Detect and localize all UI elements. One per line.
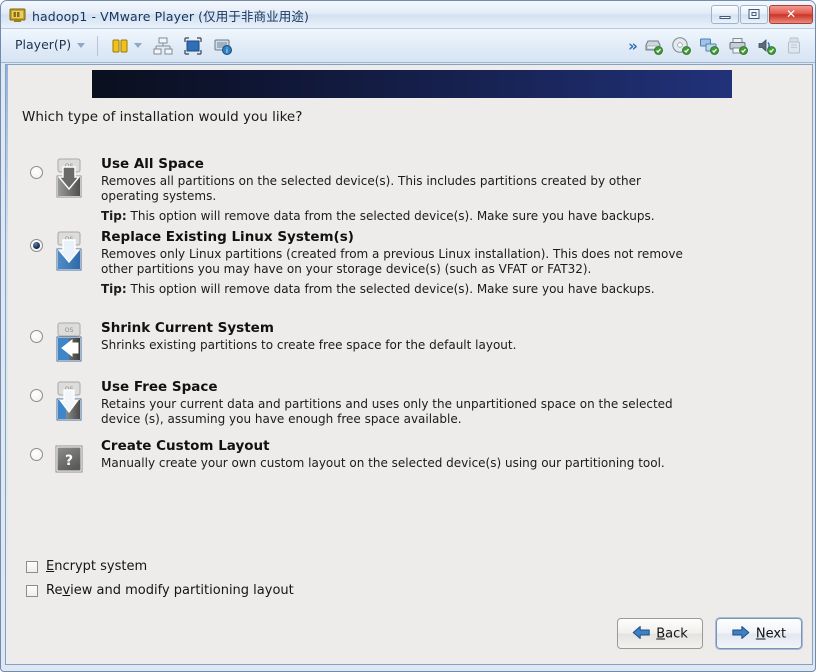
disk-free-space-icon: OS	[48, 381, 90, 421]
next-button-label: Next	[756, 626, 786, 641]
option-tip-label: Tip:	[101, 282, 127, 296]
vmware-app-icon	[9, 6, 26, 23]
printer-icon[interactable]	[728, 36, 748, 56]
radio-use-free-space[interactable]	[30, 389, 43, 402]
mnemonic: B	[656, 626, 666, 641]
player-menu-button[interactable]: Player(P)	[15, 37, 71, 52]
title-bar: hadoop1 - VMware Player (仅用于非商业用途) ✕	[1, 1, 815, 29]
svg-text:i: i	[226, 47, 228, 55]
option-title: Use Free Space	[101, 379, 218, 395]
option-title: Replace Existing Linux System(s)	[101, 229, 354, 245]
page-title: Which type of installation would you lik…	[22, 109, 303, 125]
option-description: Manually create your own custom layout o…	[101, 456, 665, 470]
option-title: Shrink Current System	[101, 320, 274, 336]
vmware-toolbar: Player(P) i »	[1, 29, 815, 63]
disk-all-space-icon: OS	[48, 158, 90, 198]
close-button[interactable]: ✕	[769, 4, 813, 24]
radio-create-custom-layout[interactable]	[30, 448, 43, 461]
option-description: Removes only Linux partitions (created f…	[101, 247, 683, 276]
chevron-double-right-icon[interactable]: »	[623, 36, 643, 56]
sound-card-icon[interactable]	[756, 36, 776, 56]
disk-shrink-icon: OS	[48, 322, 90, 362]
label-rest: iew and modify partitioning layout	[70, 583, 294, 598]
label-rest: ncrypt system	[54, 559, 148, 574]
label-rest: ext	[765, 626, 787, 641]
minimize-button[interactable]	[711, 4, 739, 24]
guest-screen: Which type of installation would you lik…	[5, 64, 813, 665]
arrow-left-icon	[632, 624, 650, 643]
mnemonic: v	[62, 583, 71, 598]
option-tip: Tip: This option will remove data from t…	[101, 209, 655, 224]
vmware-player-window: hadoop1 - VMware Player (仅用于非商业用途) ✕ Pla…	[0, 0, 816, 672]
minimize-icon	[719, 15, 731, 19]
snapshot-icon[interactable]	[153, 36, 173, 56]
label-pre: Re	[46, 583, 63, 598]
network-adapter-icon[interactable]	[699, 36, 719, 56]
hard-disk-icon[interactable]	[643, 36, 663, 56]
window-controls: ✕	[710, 3, 813, 25]
cd-dvd-icon[interactable]	[671, 36, 691, 56]
pause-menu-chevron-down-icon[interactable]	[134, 43, 142, 48]
option-description: Removes all partitions on the selected d…	[101, 174, 641, 203]
close-icon: ✕	[785, 7, 797, 21]
anaconda-partition-type-page: Which type of installation would you lik…	[8, 65, 812, 664]
checkbox-review-modify[interactable]	[26, 585, 38, 597]
option-tip-text: This option will remove data from the se…	[126, 282, 655, 296]
radio-shrink-current-system[interactable]	[30, 330, 43, 343]
arrow-right-icon	[732, 624, 750, 643]
pause-icon[interactable]	[110, 36, 130, 56]
fullscreen-icon[interactable]: i	[213, 36, 233, 56]
installer-banner	[92, 70, 732, 98]
svg-text:OS: OS	[65, 327, 74, 334]
back-button-label: Back	[656, 626, 688, 641]
option-tip: Tip: This option will remove data from t…	[101, 282, 655, 297]
option-title: Create Custom Layout	[101, 438, 270, 454]
checkbox-label-encrypt-system: Encrypt system	[46, 559, 147, 574]
radio-use-all-space[interactable]	[30, 166, 43, 179]
svg-text:?: ?	[65, 453, 73, 469]
disk-custom-layout-icon: ?	[48, 443, 90, 483]
player-menu-chevron-down-icon[interactable]	[77, 43, 85, 48]
back-button[interactable]: Back	[617, 618, 703, 649]
radio-replace-existing-linux[interactable]	[30, 239, 43, 252]
option-description: Retains your current data and partitions…	[101, 397, 673, 426]
checkbox-label-review-modify: Review and modify partitioning layout	[46, 583, 294, 598]
label-rest: ack	[665, 626, 688, 641]
unity-icon[interactable]	[183, 36, 203, 56]
option-description: Shrinks existing partitions to create fr…	[101, 338, 517, 352]
maximize-icon	[748, 9, 760, 19]
mnemonic: E	[46, 559, 55, 574]
next-button[interactable]: Next	[716, 618, 802, 649]
mnemonic: N	[755, 626, 766, 641]
disk-replace-linux-icon: OS	[48, 231, 90, 271]
option-tip-label: Tip:	[101, 209, 127, 223]
usb-device-icon[interactable]	[784, 36, 804, 56]
option-title: Use All Space	[101, 156, 204, 172]
option-tip-text: This option will remove data from the se…	[126, 209, 655, 223]
window-title: hadoop1 - VMware Player (仅用于非商业用途)	[32, 9, 309, 24]
checkbox-encrypt-system[interactable]	[26, 561, 38, 573]
maximize-button[interactable]	[740, 4, 768, 24]
